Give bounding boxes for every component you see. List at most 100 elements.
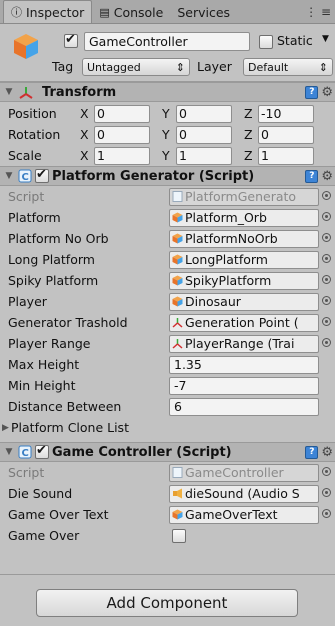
transform-header[interactable]: ▼ Transform ? ⚙	[0, 82, 335, 102]
axis-z-label: Z	[244, 148, 253, 163]
object-reference-field[interactable]: Platform_Orb	[169, 208, 319, 227]
object-picker-icon[interactable]	[322, 211, 331, 221]
rotation-row: Rotation X 0 Y 0 Z 0	[0, 124, 335, 145]
property-value-wrap: dieSound (Audio S	[169, 484, 331, 503]
tab-inspector[interactable]: ⓘ Inspector	[3, 0, 93, 23]
property-number-input[interactable]: -7	[169, 376, 319, 395]
prefab-cube-icon	[172, 233, 183, 244]
help-book-icon[interactable]: ?	[305, 170, 319, 183]
object-picker-icon[interactable]	[322, 316, 331, 326]
object-picker-icon[interactable]	[322, 253, 331, 263]
prefab-cube-icon	[172, 254, 183, 265]
scale-x-input[interactable]: 1	[94, 146, 150, 165]
tab-console[interactable]: ▤ Console	[92, 1, 170, 23]
property-row: Script GameController	[0, 462, 335, 483]
lock-menu-icon[interactable]: ⋮ ≡	[305, 5, 331, 19]
property-row: Max Height 1.35	[0, 354, 335, 375]
position-z-input[interactable]: -10	[258, 104, 314, 123]
position-label: Position	[8, 106, 57, 121]
fold-arrow-icon[interactable]: ▼	[2, 87, 16, 97]
property-value-wrap: Generation Point (	[169, 313, 331, 332]
static-checkbox[interactable]	[259, 35, 273, 49]
scale-z-input[interactable]: 1	[258, 146, 314, 165]
script-icon: C	[18, 445, 32, 459]
gameobject-header: GameController Static ▼ Tag Untagged ⇕ L…	[0, 24, 335, 82]
object-reference-field[interactable]: dieSound (Audio S	[169, 484, 319, 503]
platform-generator-header[interactable]: ▼ C Platform Generator (Script) ? ⚙	[0, 166, 335, 186]
game-over-checkbox[interactable]	[172, 529, 186, 543]
object-picker-icon[interactable]	[322, 487, 331, 497]
script-file-icon	[172, 467, 183, 478]
object-reference-value: Dinosaur	[185, 294, 241, 309]
object-reference-field[interactable]: Generation Point (	[169, 313, 319, 332]
property-row: Game Over Text GameOverText	[0, 504, 335, 525]
property-value-wrap: PlatformGenerato	[169, 187, 331, 206]
gear-icon[interactable]: ⚙	[321, 85, 333, 100]
object-reference-value: LongPlatform	[185, 252, 268, 267]
axis-y-label: Y	[162, 148, 170, 163]
fold-right-arrow-icon[interactable]: ▶	[2, 423, 9, 433]
fold-arrow-icon[interactable]: ▼	[2, 171, 16, 181]
fold-arrow-icon[interactable]: ▼	[2, 447, 16, 457]
layer-dropdown[interactable]: Default ⇕	[243, 58, 333, 76]
gear-icon[interactable]: ⚙	[321, 169, 333, 184]
platform-generator-enabled-checkbox[interactable]	[35, 167, 49, 183]
object-reference-value: dieSound (Audio S	[185, 486, 300, 501]
object-reference-field[interactable]: SpikyPlatform	[169, 271, 319, 290]
property-value-wrap: PlatformNoOrb	[169, 229, 331, 248]
property-label: Game Over Text	[8, 507, 109, 522]
gameobject-cube-icon	[14, 34, 38, 59]
tab-services[interactable]: Services	[170, 1, 237, 23]
tag-value: Untagged	[87, 60, 141, 74]
property-label: Generator Trashold	[8, 315, 128, 330]
help-book-icon[interactable]: ?	[305, 86, 319, 99]
object-reference-value: PlatformGenerato	[185, 189, 297, 204]
rotation-z-input[interactable]: 0	[258, 125, 314, 144]
property-value-wrap: 6	[169, 397, 319, 416]
object-picker-icon[interactable]	[322, 190, 331, 200]
object-picker-icon[interactable]	[322, 274, 331, 284]
position-x-input[interactable]: 0	[94, 104, 150, 123]
position-y-input[interactable]: 0	[176, 104, 232, 123]
scale-label: Scale	[8, 148, 42, 163]
static-label: Static	[277, 33, 313, 48]
property-label: Max Height	[8, 357, 80, 372]
property-row: Long Platform LongPlatform	[0, 249, 335, 270]
rotation-y-input[interactable]: 0	[176, 125, 232, 144]
object-reference-field[interactable]: LongPlatform	[169, 250, 319, 269]
object-picker-icon[interactable]	[322, 337, 331, 347]
property-number-input[interactable]: 1.35	[169, 355, 319, 374]
object-reference-value: PlatformNoOrb	[185, 231, 278, 246]
console-icon: ▤	[99, 5, 110, 19]
property-row: Spiky Platform SpikyPlatform	[0, 270, 335, 291]
object-picker-icon[interactable]	[322, 508, 331, 518]
tag-dropdown[interactable]: Untagged ⇕	[82, 58, 190, 76]
object-reference-field[interactable]: PlayerRange (Trai	[169, 334, 319, 353]
tab-console-label: Console	[113, 4, 164, 20]
object-picker-icon[interactable]	[322, 232, 331, 242]
audio-clip-icon	[173, 488, 182, 499]
game-controller-enabled-checkbox[interactable]	[35, 443, 49, 459]
object-reference-value: GameController	[185, 465, 284, 480]
active-checkbox[interactable]	[64, 32, 78, 48]
object-picker-icon[interactable]	[322, 295, 331, 305]
gameobject-name-input[interactable]: GameController	[84, 32, 250, 51]
game-controller-header[interactable]: ▼ C Game Controller (Script) ? ⚙	[0, 442, 335, 462]
property-label: Long Platform	[8, 252, 95, 267]
axis-z-label: Z	[244, 127, 253, 142]
object-picker-icon[interactable]	[322, 466, 331, 476]
add-component-button[interactable]: Add Component	[36, 589, 298, 617]
property-label: Min Height	[8, 378, 76, 393]
object-reference-field[interactable]: PlatformNoOrb	[169, 229, 319, 248]
object-reference-field[interactable]: Dinosaur	[169, 292, 319, 311]
platform-clone-list-row[interactable]: ▶ Platform Clone List	[0, 417, 335, 438]
rotation-x-input[interactable]: 0	[94, 125, 150, 144]
svg-text:C: C	[22, 448, 29, 459]
help-book-icon[interactable]: ?	[305, 446, 319, 459]
gear-icon[interactable]: ⚙	[321, 445, 333, 460]
object-reference-field[interactable]: GameOverText	[169, 505, 319, 524]
static-dropdown-icon[interactable]: ▼	[322, 34, 329, 44]
property-number-input[interactable]: 6	[169, 397, 319, 416]
scale-y-input[interactable]: 1	[176, 146, 232, 165]
tab-inspector-label: Inspector	[26, 4, 85, 20]
